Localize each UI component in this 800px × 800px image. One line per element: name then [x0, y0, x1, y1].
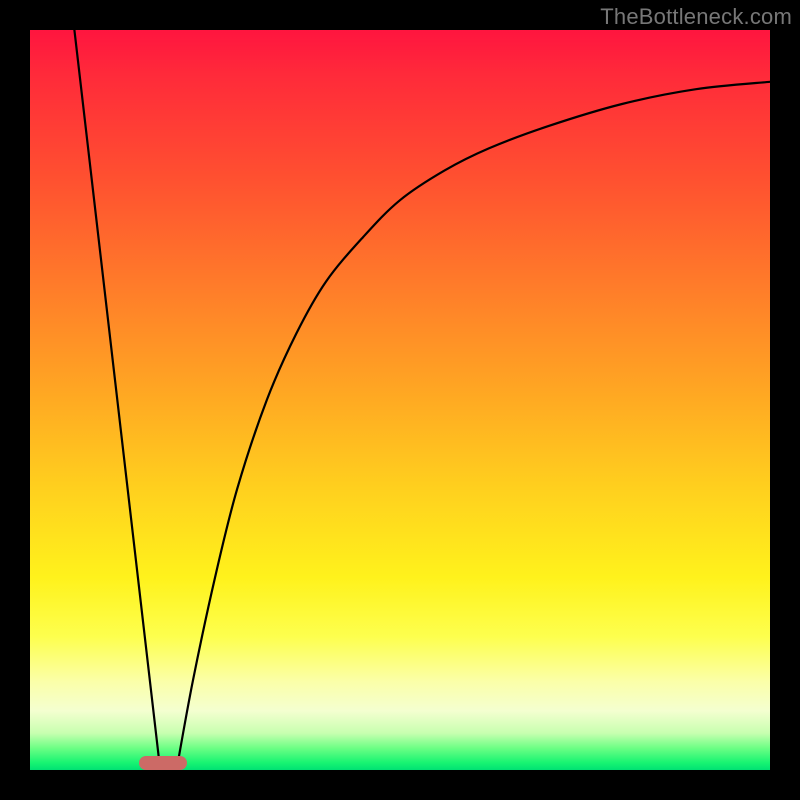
watermark-text: TheBottleneck.com	[600, 4, 792, 30]
minimum-marker	[139, 756, 187, 770]
curve-svg	[30, 30, 770, 770]
curve-right-ascent	[177, 82, 770, 770]
curve-left-descent	[74, 30, 160, 770]
chart-frame: TheBottleneck.com	[0, 0, 800, 800]
plot-area	[30, 30, 770, 770]
